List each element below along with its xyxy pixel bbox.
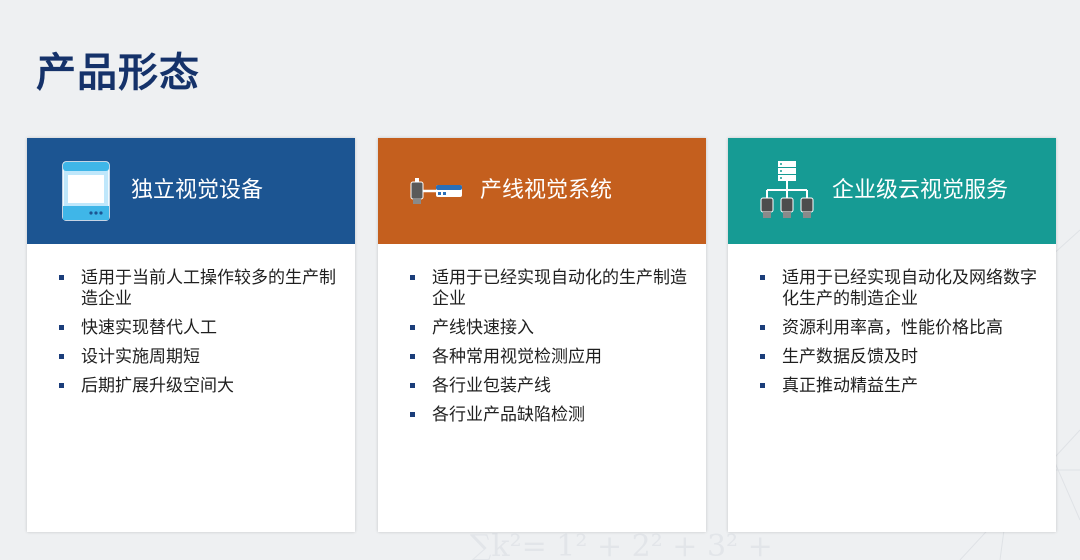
list-item-text: 设计实施周期短 [81, 347, 200, 367]
bullet-icon [59, 383, 64, 388]
list-item: 适用于当前人工操作较多的生产制造企业 [59, 268, 337, 310]
list-item-text: 后期扩展升级空间大 [81, 376, 234, 396]
list-item: 真正推动精益生产 [760, 376, 1038, 397]
bullet-icon [410, 354, 415, 359]
card-enterprise-cloud-vision-service: 企业级云视觉服务 适用于已经实现自动化及网络数字化生产的制造企业 资源利用率高，… [728, 138, 1056, 532]
list-item-text: 各行业包装产线 [432, 376, 551, 396]
bullet-icon [760, 325, 765, 330]
server-network-icon [756, 160, 818, 222]
list-item: 生产数据反馈及时 [760, 347, 1038, 368]
card-header: 企业级云视觉服务 [728, 138, 1056, 244]
list-item: 各行业产品缺陷检测 [410, 405, 688, 426]
list-item: 资源利用率高，性能价格比高 [760, 318, 1038, 339]
bullet-icon [760, 354, 765, 359]
list-item-text: 各行业产品缺陷检测 [432, 405, 585, 425]
feature-list: 适用于当前人工操作较多的生产制造企业 快速实现替代人工 设计实施周期短 后期扩展… [27, 244, 355, 397]
bullet-icon [59, 325, 64, 330]
list-item: 后期扩展升级空间大 [59, 376, 337, 397]
bullet-icon [410, 275, 415, 280]
list-item-text: 真正推动精益生产 [782, 376, 918, 396]
list-item: 适用于已经实现自动化及网络数字化生产的制造企业 [760, 268, 1038, 310]
list-item: 各行业包装产线 [410, 376, 688, 397]
card-title: 独立视觉设备 [131, 178, 264, 203]
list-item-text: 适用于当前人工操作较多的生产制造企业 [81, 268, 336, 309]
bullet-icon [410, 412, 415, 417]
card-title: 企业级云视觉服务 [832, 178, 1009, 203]
list-item-text: 产线快速接入 [432, 318, 534, 338]
camera-controller-icon [406, 160, 468, 222]
list-item: 适用于已经实现自动化的生产制造企业 [410, 268, 688, 310]
bullet-icon [760, 383, 765, 388]
list-item: 快速实现替代人工 [59, 318, 337, 339]
list-item-text: 适用于已经实现自动化的生产制造企业 [432, 268, 687, 309]
feature-list: 适用于已经实现自动化及网络数字化生产的制造企业 资源利用率高，性能价格比高 生产… [728, 244, 1056, 397]
vision-device-icon [55, 160, 117, 222]
list-item-text: 生产数据反馈及时 [782, 347, 918, 367]
list-item: 各种常用视觉检测应用 [410, 347, 688, 368]
bullet-icon [59, 275, 64, 280]
svg-text:∑k²= 1² + 2² + 3² +: ∑k²= 1² + 2² + 3² + [470, 529, 773, 560]
bullet-icon [410, 383, 415, 388]
list-item-text: 快速实现替代人工 [81, 318, 217, 338]
feature-list: 适用于已经实现自动化的生产制造企业 产线快速接入 各种常用视觉检测应用 各行业包… [378, 244, 706, 426]
list-item-text: 适用于已经实现自动化及网络数字化生产的制造企业 [782, 268, 1037, 309]
card-header: 产线视觉系统 [378, 138, 706, 244]
card-header: 独立视觉设备 [27, 138, 355, 244]
card-production-line-vision-system: 产线视觉系统 适用于已经实现自动化的生产制造企业 产线快速接入 各种常用视觉检测… [378, 138, 706, 532]
card-standalone-vision-device: 独立视觉设备 适用于当前人工操作较多的生产制造企业 快速实现替代人工 设计实施周… [27, 138, 355, 532]
bullet-icon [410, 325, 415, 330]
page-title: 产品形态 [36, 50, 200, 96]
card-title: 产线视觉系统 [480, 178, 613, 203]
bullet-icon [59, 354, 64, 359]
list-item: 产线快速接入 [410, 318, 688, 339]
list-item-text: 各种常用视觉检测应用 [432, 347, 602, 367]
list-item: 设计实施周期短 [59, 347, 337, 368]
list-item-text: 资源利用率高，性能价格比高 [782, 318, 1003, 338]
bullet-icon [760, 275, 765, 280]
